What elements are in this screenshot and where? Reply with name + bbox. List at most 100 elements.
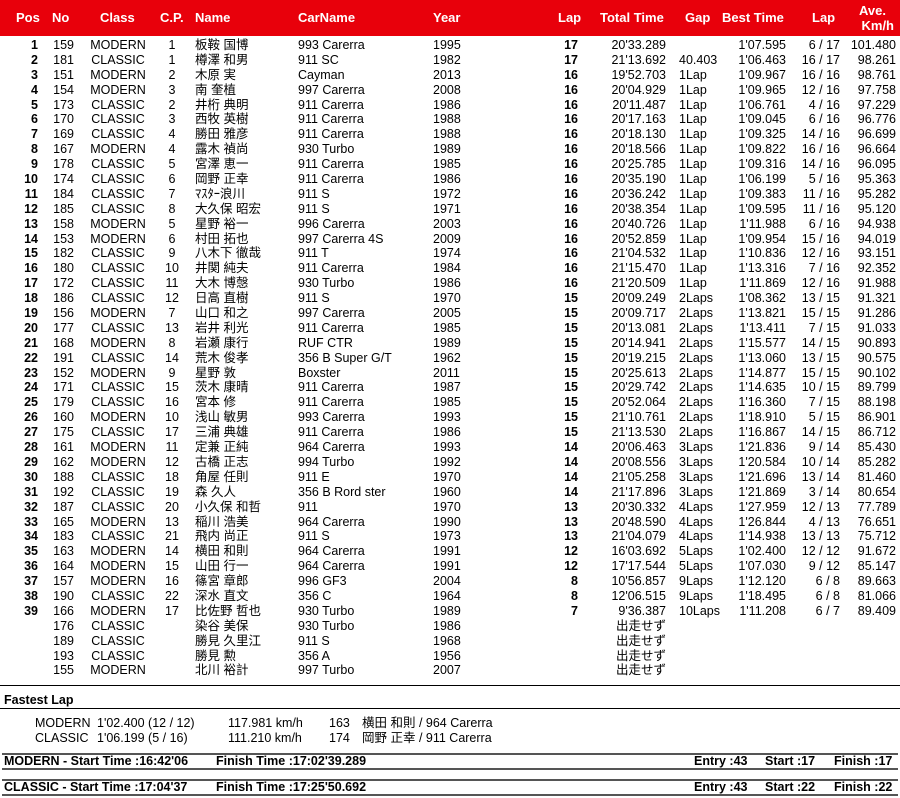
- cell-lap: 16: [564, 216, 578, 231]
- cell-year: 2008: [433, 82, 461, 97]
- cell-name: 浅山 敏男: [195, 410, 249, 425]
- cell-cp: 3: [168, 112, 176, 127]
- cell-gap: 3Laps: [679, 440, 714, 455]
- cell-carname: 911 Carerra: [298, 261, 364, 276]
- cell-class: CLASSIC: [91, 246, 145, 261]
- summary-finish-count: Finish :22: [834, 780, 893, 794]
- table-row: 20 177 CLASSIC 13 岩井 利光 911 Carerra 1985 15 20'1…: [0, 321, 900, 336]
- cell-total: 20'17.163: [611, 112, 666, 127]
- cell-best: 1'21.696: [738, 469, 786, 484]
- cell-best-lap: 15 / 16: [801, 231, 840, 246]
- cell-carname: 356 C: [298, 588, 332, 603]
- cell-best: 1'13.060: [738, 350, 786, 365]
- cell-pos: 18: [24, 291, 38, 306]
- cell-best-lap: 12 / 13: [801, 499, 840, 514]
- cell-year: 1991: [433, 544, 461, 559]
- cell-name: 山田 行一: [195, 559, 249, 574]
- table-row: 34 183 CLASSIC 21 飛内 尚正 911 S 1973 13 21'04.079 4…: [0, 529, 900, 544]
- cell-no: 167: [53, 142, 74, 157]
- cell-carname: 964 Carerra: [298, 440, 365, 455]
- cell-pos: 3: [31, 67, 38, 82]
- cell-cp: 17: [165, 603, 179, 618]
- cell-gap: 1Lap: [679, 112, 707, 127]
- cell-class: CLASSIC: [91, 499, 145, 514]
- cell-gap: 4Laps: [679, 514, 714, 529]
- cell-total: 21'20.509: [611, 276, 666, 291]
- cell-gap: 10Laps: [679, 603, 721, 618]
- cell-year: 1956: [433, 648, 461, 663]
- col-header-ave: Ave.: [859, 3, 886, 18]
- cell-year: 1986: [433, 172, 461, 187]
- cell-class: CLASSIC: [91, 201, 145, 216]
- cell-carname: 930 Turbo: [298, 603, 355, 618]
- table-row: 1 159 MODERN 1 板鞍 国博 993 Carerra 1995 17 20'33.2…: [0, 38, 900, 53]
- cell-gap: 5Laps: [679, 544, 714, 559]
- summary-entry: Entry :43: [694, 754, 748, 768]
- cell-no: 176: [53, 618, 74, 633]
- cell-class: MODERN: [90, 603, 146, 618]
- cell-cp: 9: [168, 246, 176, 261]
- cell-pos: 21: [24, 335, 38, 350]
- cell-year: 1989: [433, 603, 461, 618]
- cell-best: 1'06.463: [738, 52, 786, 67]
- cell-pos: 2: [31, 52, 38, 67]
- cell-carname: 911 SC: [298, 52, 339, 67]
- cell-pos: 11: [24, 186, 38, 201]
- cell-carname: 911 Carerra: [298, 425, 364, 440]
- cell-best-lap: 13 / 14: [801, 469, 840, 484]
- col-header-class: Class: [100, 10, 135, 25]
- cell-year: 1986: [433, 425, 461, 440]
- cell-class: MODERN: [90, 440, 146, 455]
- cell-best: 1'18.910: [738, 410, 786, 425]
- cell-cp: 5: [168, 157, 176, 172]
- cell-year: 2009: [433, 231, 461, 246]
- cell-no: 185: [53, 201, 74, 216]
- cell-carname: 911 Carerra: [298, 112, 364, 127]
- cell-lap: 15: [564, 320, 578, 335]
- cell-lap: 8: [571, 588, 578, 603]
- cell-name: 星野 裕一: [195, 216, 249, 231]
- cell-carname: 911: [298, 499, 318, 514]
- cell-cp: 15: [165, 559, 179, 574]
- cell-name: 勝見 勲: [195, 648, 236, 663]
- cell-class: CLASSIC: [91, 588, 145, 603]
- cell-carname: 964 Carerra: [298, 544, 365, 559]
- cell-year: 1986: [433, 97, 461, 112]
- table-row: 23 152 MODERN 9 星野 敦 Boxster 2011 15 20'25.613 2L…: [0, 366, 900, 381]
- cell-pos: 32: [24, 499, 38, 514]
- cell-pos: 4: [31, 82, 38, 97]
- cell-class: CLASSIC: [91, 112, 145, 127]
- cell-pos: 27: [24, 425, 38, 440]
- cell-year: 1988: [433, 127, 461, 142]
- cell-best-lap: 16 / 17: [801, 52, 840, 67]
- cell-carname: 996 Carerra: [298, 216, 365, 231]
- cell-no: 181: [53, 52, 74, 67]
- cell-carname: 911 Carerra: [298, 395, 364, 410]
- cell-ave: 86.712: [857, 425, 896, 440]
- cell-ave: 90.575: [857, 350, 896, 365]
- cell-name: 樽澤 和男: [195, 52, 249, 67]
- cell-lap: 15: [564, 306, 578, 321]
- cell-year: 1987: [433, 380, 461, 395]
- cell-ave: 96.776: [857, 112, 896, 127]
- cell-year: 1984: [433, 261, 461, 276]
- cell-gap: 4Laps: [679, 499, 714, 514]
- cell-best-lap: 5 / 16: [808, 172, 840, 187]
- cell-no: 161: [53, 440, 74, 455]
- cell-ave: 94.938: [857, 216, 896, 231]
- cell-no: 158: [53, 216, 74, 231]
- table-row: 36 164 MODERN 15 山田 行一 964 Carerra 1991 12 17'17…: [0, 559, 900, 574]
- cell-best: 1'15.577: [738, 335, 786, 350]
- cell-name: 染谷 美保: [195, 618, 249, 633]
- cell-year: 1970: [433, 291, 461, 306]
- cell-total: 16'03.692: [611, 544, 666, 559]
- cell-no: 157: [53, 574, 74, 589]
- cell-class: MODERN: [90, 82, 146, 97]
- cell-name: 岩井 利光: [195, 320, 249, 335]
- cell-gap: 4Laps: [679, 529, 714, 544]
- cell-carname: 911 Carerra: [298, 172, 364, 187]
- cell-pos: 19: [24, 306, 38, 321]
- cell-name: 勝田 雅彦: [195, 127, 249, 142]
- cell-lap: 16: [564, 112, 578, 127]
- cell-lap: 15: [564, 291, 578, 306]
